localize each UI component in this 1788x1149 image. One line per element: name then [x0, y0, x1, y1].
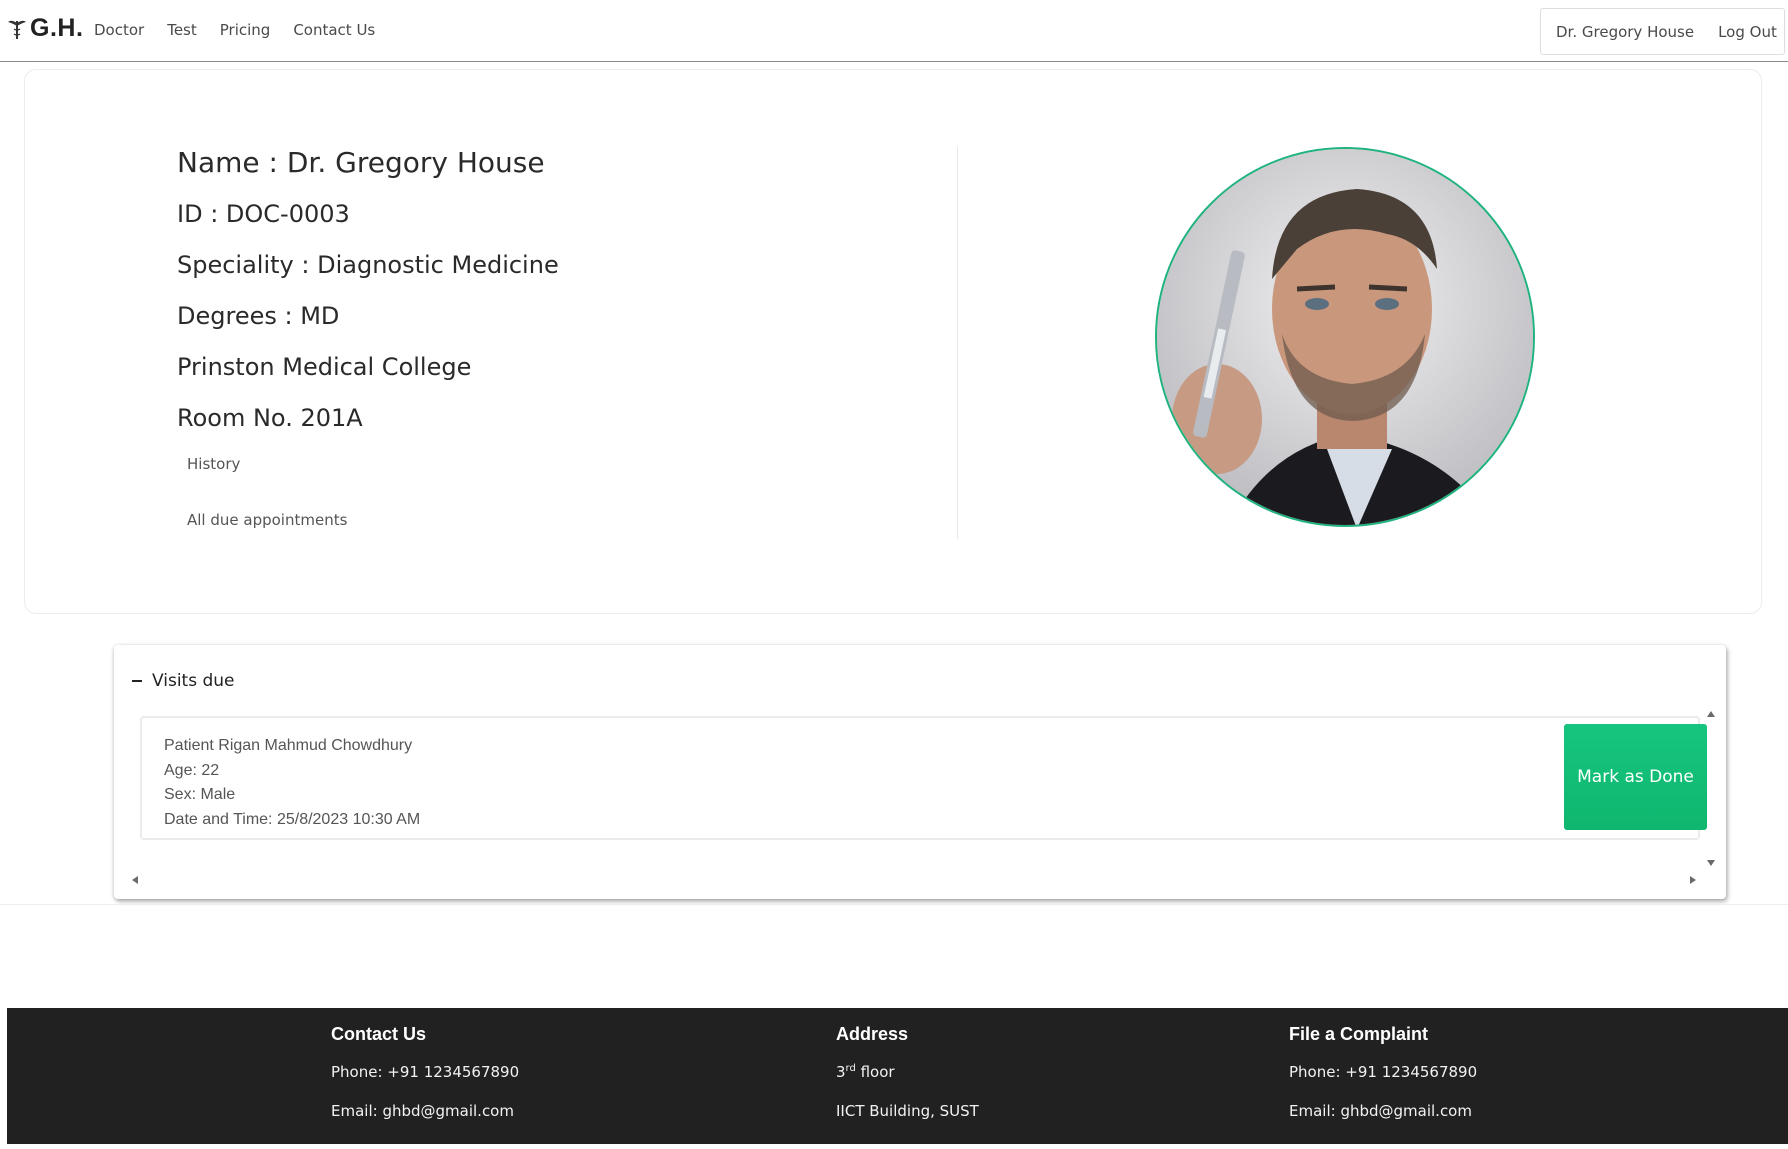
footer: Contact Us Phone: +91 1234567890 Email: …	[7, 1008, 1788, 1144]
doctor-avatar	[1155, 147, 1535, 527]
appointment-patient: Patient Rigan Mahmud Chowdhury	[164, 737, 413, 754]
scroll-up-icon[interactable]	[1707, 711, 1715, 717]
footer-contact-title: Contact Us	[331, 1024, 427, 1044]
footer-complaint-title: File a Complaint	[1289, 1024, 1429, 1044]
footer-complaint-phone: Phone: +91 1234567890	[1289, 1063, 1478, 1081]
doctor-id: ID : DOC-0003	[177, 200, 350, 228]
doctor-speciality: Speciality : Diagnostic Medicine	[177, 251, 559, 279]
doctor-college: Prinston Medical College	[177, 353, 472, 381]
visits-due-title: Visits due	[152, 671, 235, 691]
profile-divider	[957, 147, 958, 539]
doctor-degrees: Degrees : MD	[177, 302, 340, 330]
footer-contact: Contact Us Phone: +91 1234567890 Email: …	[331, 1024, 519, 1141]
doctor-profile-card: Name : Dr. Gregory House ID : DOC-0003 S…	[24, 69, 1762, 614]
appointment-details: Patient Rigan Mahmud Chowdhury Age: 22 S…	[164, 734, 420, 832]
user-name-link[interactable]: Dr. Gregory House	[1556, 23, 1694, 41]
appointment-sex: Sex: Male	[164, 786, 236, 803]
collapse-minus-icon	[132, 680, 142, 682]
logout-link[interactable]: Log Out	[1718, 23, 1777, 41]
doctor-room: Room No. 201A	[177, 404, 363, 432]
caduceus-icon	[8, 20, 26, 39]
footer-address-floor: 3rd floor	[836, 1063, 979, 1081]
nav-links: Doctor Test Pricing Contact Us	[94, 21, 398, 39]
footer-complaint: File a Complaint Phone: +91 1234567890 E…	[1289, 1024, 1477, 1141]
visits-due-toggle[interactable]: Visits due	[132, 671, 235, 691]
floor-label: floor	[855, 1063, 895, 1081]
all-due-appointments-link[interactable]: All due appointments	[187, 511, 559, 529]
appointment-age: Age: 22	[164, 761, 220, 779]
floor-ordinal: rd	[845, 1063, 856, 1074]
doctor-name: Name : Dr. Gregory House	[177, 146, 545, 179]
footer-address: Address 3rd floor IICT Building, SUST	[836, 1024, 979, 1141]
footer-contact-email: Email: ghbd@gmail.com	[331, 1102, 514, 1120]
nav-link-contact-us[interactable]: Contact Us	[293, 21, 375, 39]
footer-contact-phone: Phone: +91 1234567890	[331, 1063, 520, 1081]
footer-address-building: IICT Building, SUST	[836, 1102, 979, 1120]
footer-complaint-email: Email: ghbd@gmail.com	[1289, 1102, 1472, 1120]
nav-link-doctor[interactable]: Doctor	[94, 21, 144, 39]
user-menu: Dr. Gregory House Log Out	[1540, 8, 1785, 55]
appointment-card: Patient Rigan Mahmud Chowdhury Age: 22 S…	[140, 716, 1707, 840]
doctor-info: Name : Dr. Gregory House ID : DOC-0003 S…	[177, 146, 559, 529]
nav-link-test[interactable]: Test	[167, 21, 197, 39]
scroll-right-icon[interactable]	[1690, 876, 1696, 884]
mark-as-done-button[interactable]: Mark as Done	[1564, 724, 1707, 830]
history-link[interactable]: History	[187, 455, 559, 473]
scroll-left-icon[interactable]	[132, 876, 138, 884]
floor-number: 3	[836, 1063, 846, 1081]
nav-link-pricing[interactable]: Pricing	[220, 21, 271, 39]
navbar: G.H. Doctor Test Pricing Contact Us Dr. …	[0, 0, 1788, 62]
appointment-datetime: Date and Time: 25/8/2023 10:30 AM	[164, 810, 421, 828]
brand-name: G.H.	[30, 14, 84, 42]
page-divider	[0, 904, 1788, 905]
visits-due-panel: Visits due Patient Rigan Mahmud Chowdhur…	[114, 645, 1726, 899]
scroll-down-icon[interactable]	[1707, 860, 1715, 866]
brand-logo[interactable]: G.H.	[7, 14, 83, 43]
footer-address-title: Address	[836, 1024, 909, 1044]
